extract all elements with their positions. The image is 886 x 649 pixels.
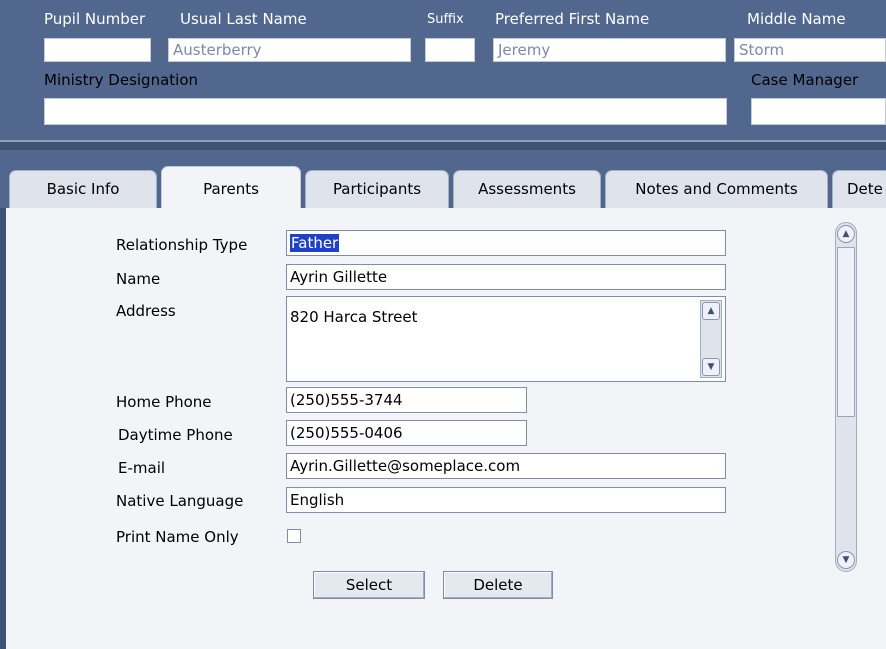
print-name-only-checkbox[interactable] [287, 529, 301, 543]
suffix-label: Suffix [427, 12, 464, 27]
preferred-first-name-field[interactable]: Jeremy [493, 38, 726, 62]
address-label: Address [116, 302, 176, 320]
relationship-type-field[interactable]: Father [286, 230, 726, 256]
middle-name-label: Middle Name [747, 10, 846, 28]
daytime-phone-field[interactable]: (250)555-0406 [286, 420, 527, 446]
tab-notes-and-comments[interactable]: Notes and Comments [605, 170, 828, 208]
pupil-number-label: Pupil Number [44, 10, 146, 28]
home-phone-label: Home Phone [116, 393, 212, 411]
tab-parents[interactable]: Parents [161, 166, 301, 210]
email-field[interactable]: Ayrin.Gillette@someplace.com [286, 453, 726, 479]
name-field[interactable]: Ayrin Gillette [286, 264, 726, 290]
name-label: Name [116, 270, 161, 288]
address-scroll-up-icon[interactable]: ▲ [702, 302, 720, 320]
case-manager-field[interactable] [751, 98, 886, 125]
panel-scrollbar[interactable]: ▲ ▼ [835, 222, 857, 572]
relationship-type-label: Relationship Type [116, 236, 248, 254]
tab-details[interactable]: Dete [832, 170, 886, 208]
panel-scroll-down-icon[interactable]: ▼ [837, 551, 855, 569]
case-manager-label: Case Manager [751, 71, 859, 89]
relationship-type-value: Father [290, 234, 340, 252]
daytime-phone-label: Daytime Phone [118, 426, 233, 444]
email-label: E-mail [118, 459, 166, 477]
tab-participants[interactable]: Participants [305, 170, 449, 208]
header-shadow [0, 142, 886, 150]
panel-scroll-up-icon[interactable]: ▲ [837, 225, 855, 243]
delete-button[interactable]: Delete [443, 571, 553, 599]
ministry-designation-field[interactable] [44, 98, 727, 125]
native-language-label: Native Language [116, 492, 244, 510]
address-field[interactable]: 820 Harca Street ▲ ▼ [286, 296, 726, 382]
ministry-designation-label: Ministry Designation [44, 71, 199, 89]
panel-scroll-thumb[interactable] [837, 247, 855, 417]
home-phone-field[interactable]: (250)555-3744 [286, 387, 527, 413]
preferred-first-name-label: Preferred First Name [495, 10, 650, 28]
print-name-only-label: Print Name Only [116, 528, 239, 546]
select-button[interactable]: Select [313, 571, 425, 599]
address-scrollbar[interactable]: ▲ ▼ [700, 300, 722, 378]
middle-name-field[interactable]: Storm [734, 38, 886, 62]
suffix-field[interactable] [425, 38, 475, 62]
address-value: 820 Harca Street [290, 308, 418, 326]
pupil-number-field[interactable] [44, 38, 151, 62]
usual-last-name-label: Usual Last Name [180, 10, 307, 28]
tab-assessments[interactable]: Assessments [453, 170, 601, 208]
usual-last-name-field[interactable]: Austerberry [168, 38, 411, 62]
native-language-field[interactable]: English [286, 487, 726, 513]
address-scroll-down-icon[interactable]: ▼ [702, 358, 720, 376]
tab-basic-info[interactable]: Basic Info [9, 170, 157, 208]
